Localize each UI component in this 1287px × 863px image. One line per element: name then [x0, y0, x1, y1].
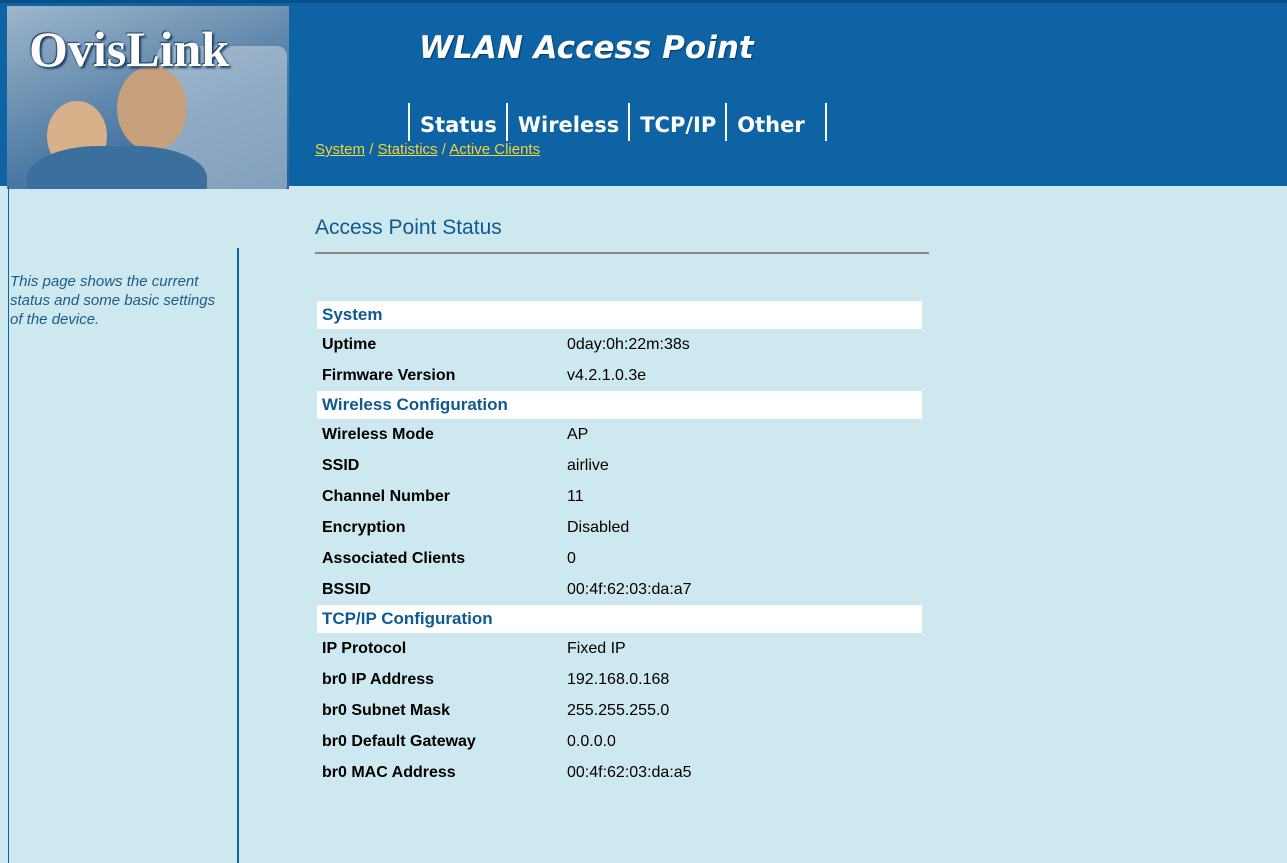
section-header-system: System [317, 301, 922, 329]
table-row: Uptime 0day:0h:22m:38s [317, 329, 922, 360]
table-row: br0 Default Gateway 0.0.0.0 [317, 726, 922, 757]
row-value: 0day:0h:22m:38s [567, 336, 690, 353]
row-label: Uptime [322, 336, 377, 353]
status-table: System Uptime 0day:0h:22m:38s Firmware V… [317, 301, 922, 788]
row-label: br0 IP Address [322, 671, 435, 688]
sidebar-divider [237, 248, 239, 863]
row-label: Firmware Version [322, 367, 456, 384]
table-row: Associated Clients 0 [317, 543, 922, 574]
table-row: Channel Number 11 [317, 481, 922, 512]
row-label: br0 MAC Address [322, 764, 456, 781]
tab-status[interactable]: Status [408, 103, 506, 141]
sub-navigation: System / Statistics / Active Clients [315, 141, 540, 158]
subnav-link-statistics[interactable]: Statistics [378, 141, 438, 158]
table-row: br0 MAC Address 00:4f:62:03:da:a5 [317, 757, 922, 788]
tab-tcpip[interactable]: TCP/IP [628, 103, 725, 141]
tab-wireless[interactable]: Wireless [505, 103, 628, 141]
row-value: 192.168.0.168 [567, 671, 670, 688]
table-row: br0 Subnet Mask 255.255.255.0 [317, 695, 922, 726]
brand-logo-text: OvisLink [29, 21, 230, 77]
main-tab-bar: Status Wireless TCP/IP Other [408, 103, 827, 141]
table-row: br0 IP Address 192.168.0.168 [317, 664, 922, 695]
table-row: Encryption Disabled [317, 512, 922, 543]
subnav-link-system[interactable]: System [315, 141, 365, 158]
row-label: br0 Default Gateway [322, 733, 476, 750]
tab-other[interactable]: Other [725, 103, 827, 141]
section-header-wireless: Wireless Configuration [317, 391, 922, 419]
subnav-link-active-clients[interactable]: Active Clients [449, 141, 540, 158]
row-value: 00:4f:62:03:da:a7 [567, 581, 692, 598]
title-divider [315, 252, 929, 254]
photo-person-adult [117, 66, 187, 151]
row-label: Encryption [322, 519, 406, 536]
row-label: SSID [322, 457, 360, 474]
row-value: Fixed IP [567, 640, 626, 657]
subnav-separator: / [369, 141, 378, 158]
row-value: 0 [567, 550, 576, 567]
row-value: airlive [567, 457, 609, 474]
row-label: Wireless Mode [322, 426, 434, 443]
table-row: SSID airlive [317, 450, 922, 481]
section-header-tcpip: TCP/IP Configuration [317, 605, 922, 633]
row-value: 11 [567, 488, 584, 505]
page-title: Access Point Status [315, 216, 502, 239]
product-title: WLAN Access Point [419, 30, 754, 66]
row-value: AP [567, 426, 589, 443]
table-row: Firmware Version v4.2.1.0.3e [317, 360, 922, 391]
row-value: Disabled [567, 519, 630, 536]
header-banner: OvisLink WLAN Access Point Status Wirele… [0, 0, 1287, 189]
row-label: Channel Number [322, 488, 451, 505]
table-row: IP Protocol Fixed IP [317, 633, 922, 664]
table-row: BSSID 00:4f:62:03:da:a7 [317, 574, 922, 605]
row-value: 0.0.0.0 [567, 733, 616, 750]
row-value: 255.255.255.0 [567, 702, 670, 719]
row-label: br0 Subnet Mask [322, 702, 451, 719]
row-label: BSSID [322, 581, 371, 598]
sidebar-help-text: This page shows the current status and s… [10, 273, 216, 328]
brand-logo-panel: OvisLink [7, 6, 289, 189]
row-label: IP Protocol [322, 640, 407, 657]
row-value: v4.2.1.0.3e [567, 367, 647, 384]
row-label: Associated Clients [322, 550, 466, 567]
photo-shirt-shape [27, 146, 207, 189]
table-row: Wireless Mode AP [317, 419, 922, 450]
row-value: 00:4f:62:03:da:a5 [567, 764, 692, 781]
page-left-border [8, 186, 9, 863]
